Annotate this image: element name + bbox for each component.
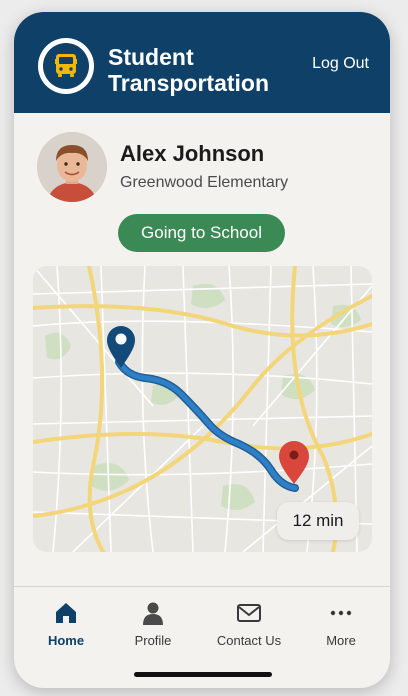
person-icon: [143, 602, 163, 625]
tab-contact-us[interactable]: Contact Us: [209, 599, 289, 648]
tab-more[interactable]: More: [301, 599, 381, 648]
tab-contact-us-label: Contact Us: [216, 633, 282, 648]
home-icon: [56, 603, 76, 623]
phone-frame: Student Transportation Log Out Alex John…: [14, 12, 390, 688]
app-title-line2: Transportation: [108, 70, 270, 96]
app-title-line1: Student: [108, 44, 194, 70]
student-name: Alex Johnson: [120, 141, 265, 166]
avatar: [37, 132, 107, 202]
school-name: Greenwood Elementary: [120, 174, 289, 191]
tab-home-label: Home: [47, 633, 85, 648]
route-map[interactable]: 12 min: [33, 266, 372, 552]
app-logo: [38, 38, 94, 94]
app-header: Student Transportation Log Out: [14, 12, 390, 113]
tab-profile[interactable]: Profile: [113, 599, 193, 648]
tab-home[interactable]: Home: [26, 599, 106, 648]
bottom-tab-bar: Home Profile Contact Us More: [14, 587, 390, 667]
tab-profile-label: Profile: [134, 633, 172, 648]
home-indicator: [134, 672, 272, 677]
status-badge: Going to School: [118, 214, 285, 252]
app-title: Student Transportation: [108, 44, 288, 96]
tab-more-label: More: [326, 633, 356, 648]
logout-button[interactable]: Log Out: [312, 55, 369, 73]
more-icon: [330, 610, 352, 616]
bus-icon: [55, 54, 77, 77]
mail-icon: [237, 604, 261, 622]
eta-badge: 12 min: [277, 502, 359, 540]
